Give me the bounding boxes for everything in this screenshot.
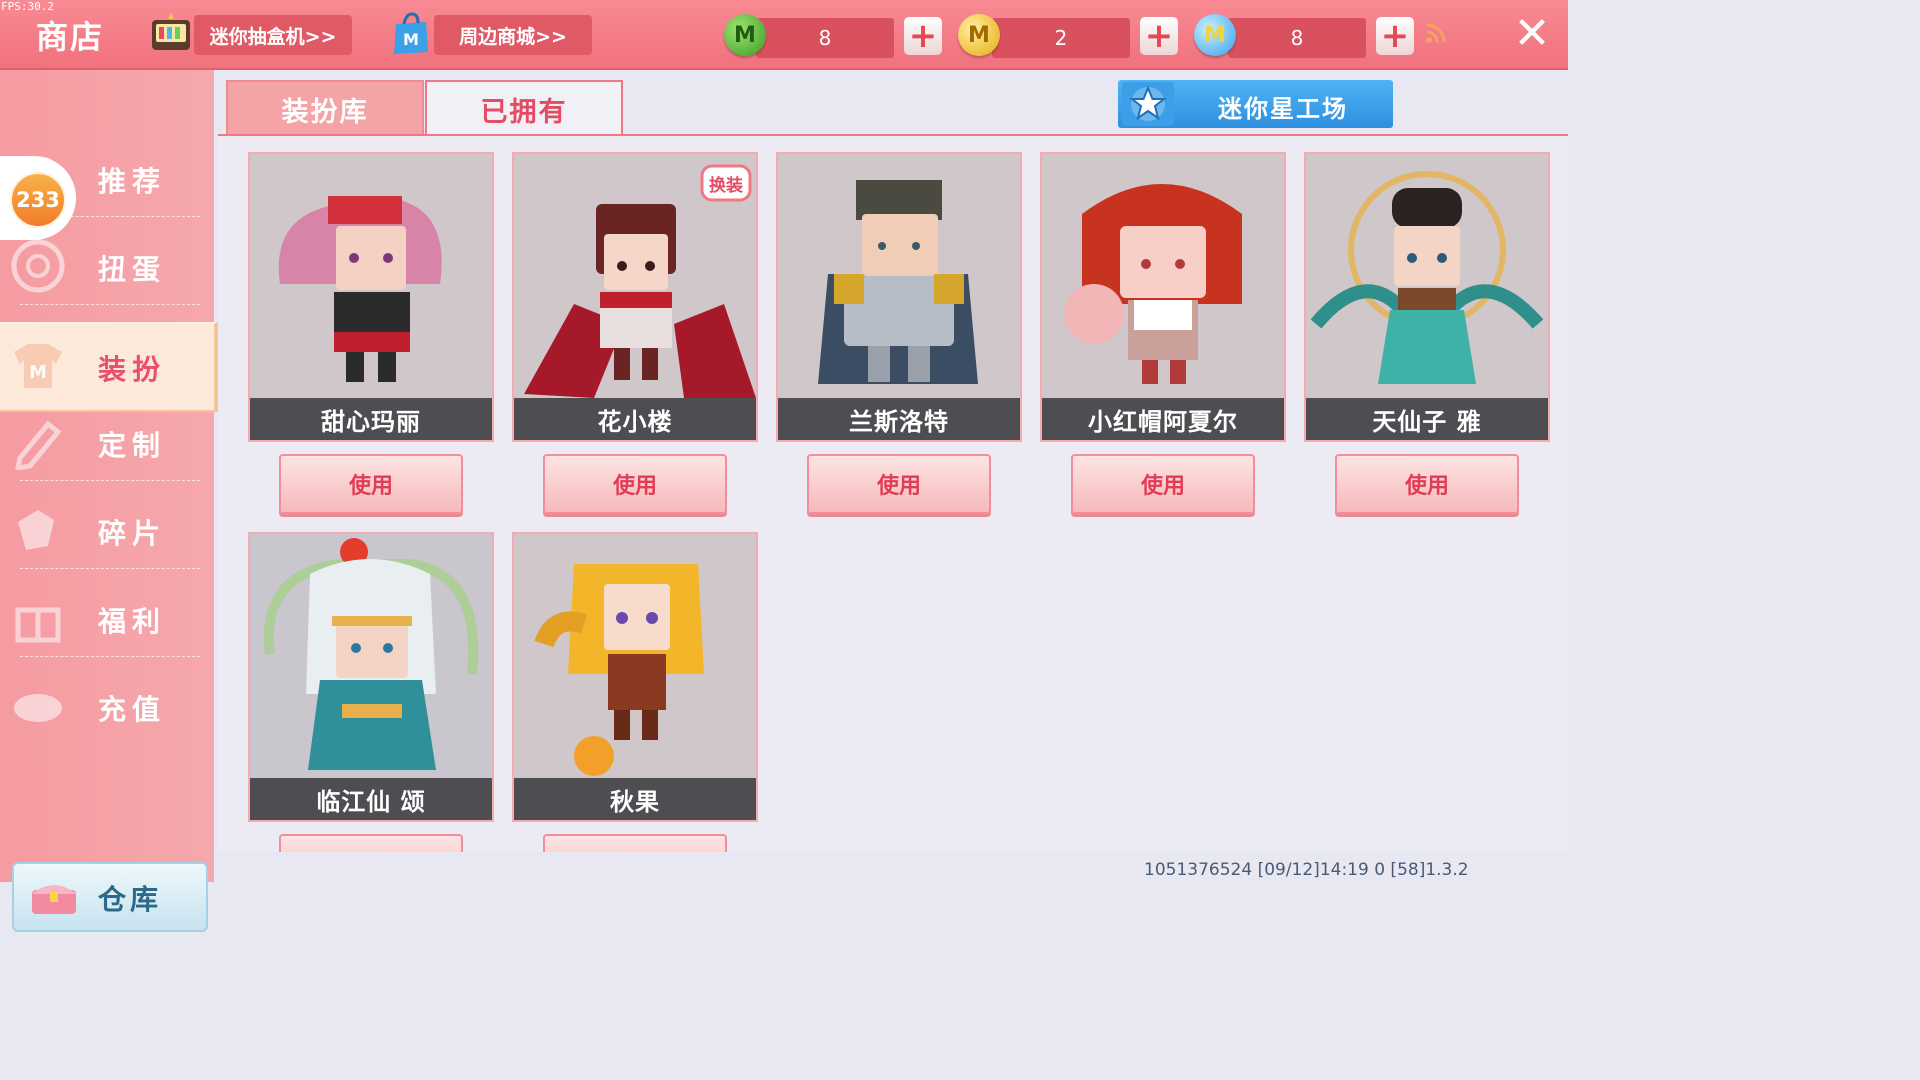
svg-text:换装: 换装: [709, 175, 743, 196]
add-mini-coin-button[interactable]: +: [1140, 17, 1178, 55]
skin-card[interactable]: 兰斯洛特: [776, 152, 1022, 442]
build-info: 1051376524 [09/12]14:19 0 [58]1.3.2: [1144, 860, 1469, 880]
mini-star-workshop-button[interactable]: 迷你星工场: [1118, 80, 1393, 128]
use-button[interactable]: 使用: [279, 834, 463, 852]
warehouse-label: 仓库: [98, 883, 163, 916]
mini-bean-icon: M: [724, 14, 766, 56]
shopping-bag-icon[interactable]: M: [388, 10, 434, 56]
sidebar-item-recharge[interactable]: 充值: [0, 664, 214, 750]
treasure-chest-icon: [32, 885, 76, 914]
use-button[interactable]: 使用: [543, 834, 727, 852]
divider: [20, 304, 200, 305]
sidebar-item-label: 扭蛋: [98, 253, 167, 286]
signal-icon: [1426, 23, 1446, 43]
outfit-icon: M: [14, 344, 62, 388]
sidebar-item-fragment[interactable]: 碎片: [0, 488, 214, 574]
close-icon[interactable]: ✕: [1510, 12, 1554, 56]
skin-grid: 甜心玛丽 换装 花小楼 兰斯洛特 小红帽阿夏尔 天仙子 雅 使用 使用 使用 使…: [218, 134, 1568, 852]
fragment-icon: [18, 510, 54, 550]
sidebar-item-label: 福利: [98, 605, 167, 638]
top-bar: FPS:30.2 商店 迷你抽盒机>> M 周边商城>> 8 M + 2 M +…: [0, 0, 1568, 70]
skin-name: 小红帽阿夏尔: [1042, 398, 1284, 440]
svg-text:M: M: [29, 362, 47, 383]
skin-name: 秋果: [514, 778, 756, 820]
gift-icon: [15, 607, 61, 643]
sidebar-item-welfare[interactable]: 福利: [0, 576, 214, 662]
skin-card[interactable]: 临江仙 颂: [248, 532, 494, 822]
add-mini-bean-button[interactable]: +: [904, 17, 942, 55]
page-title: 商店: [36, 18, 105, 56]
skin-name: 天仙子 雅: [1306, 398, 1548, 440]
blind-box-machine-icon[interactable]: [148, 10, 194, 56]
sidebar-item-label: 定制: [98, 429, 167, 462]
divider: [20, 656, 200, 657]
star-icon: [1122, 82, 1174, 126]
sidebar-item-outfit[interactable]: M 装扮: [0, 322, 218, 412]
workshop-label: 迷你星工场: [1218, 95, 1348, 123]
skin-card[interactable]: 换装 花小楼: [512, 152, 758, 442]
svg-text:M: M: [403, 30, 419, 49]
use-button[interactable]: 使用: [279, 454, 463, 514]
warehouse-button[interactable]: 仓库: [12, 862, 208, 932]
skin-card[interactable]: 秋果: [512, 532, 758, 822]
mini-point-balance: 8: [1228, 18, 1366, 58]
sidebar-item-customize[interactable]: 定制: [0, 400, 214, 486]
mini-coin-icon: M: [958, 14, 1000, 56]
level-badge[interactable]: 233: [10, 172, 66, 228]
mini-point-icon: M: [1194, 14, 1236, 56]
skin-name: 临江仙 颂: [250, 778, 492, 820]
sidebar-item-label: 碎片: [98, 517, 167, 550]
sidebar-item-label: 充值: [98, 693, 167, 726]
customize-icon: [15, 420, 62, 470]
recharge-icon: [14, 694, 62, 722]
skin-artwork: [250, 534, 492, 778]
skin-name: 花小楼: [514, 398, 756, 440]
skin-name: 甜心玛丽: [250, 398, 492, 440]
skin-artwork: [514, 534, 756, 778]
skin-name: 兰斯洛特: [778, 398, 1020, 440]
skin-card[interactable]: 天仙子 雅: [1304, 152, 1550, 442]
use-button[interactable]: 使用: [1335, 454, 1519, 514]
merch-shop-link[interactable]: 周边商城>>: [434, 15, 592, 55]
swap-outfit-badge-icon: 换装: [700, 164, 752, 202]
use-button[interactable]: 使用: [543, 454, 727, 514]
use-button[interactable]: 使用: [1071, 454, 1255, 514]
sidebar: 推荐 扭蛋 M 装扮 定制 碎片 福利 充值 233 仓库: [0, 70, 218, 932]
tab-outfit-library[interactable]: 装扮库: [226, 80, 424, 138]
mini-bean-balance: 8: [756, 18, 894, 58]
tab-owned[interactable]: 已拥有: [425, 80, 623, 136]
divider: [20, 568, 200, 569]
skin-artwork: [1042, 154, 1284, 398]
sidebar-item-label: 装扮: [98, 353, 167, 386]
skin-artwork: [778, 154, 1020, 398]
sidebar-item-label: 推荐: [98, 165, 167, 198]
mini-coin-balance: 2: [992, 18, 1130, 58]
skin-card[interactable]: 甜心玛丽: [248, 152, 494, 442]
skin-artwork: [1306, 154, 1548, 398]
gashapon-icon: [11, 239, 65, 293]
add-mini-point-button[interactable]: +: [1376, 17, 1414, 55]
blind-box-link[interactable]: 迷你抽盒机>>: [194, 15, 352, 55]
use-button[interactable]: 使用: [807, 454, 991, 514]
divider: [20, 480, 200, 481]
skin-artwork: [250, 154, 492, 398]
skin-card[interactable]: 小红帽阿夏尔: [1040, 152, 1286, 442]
